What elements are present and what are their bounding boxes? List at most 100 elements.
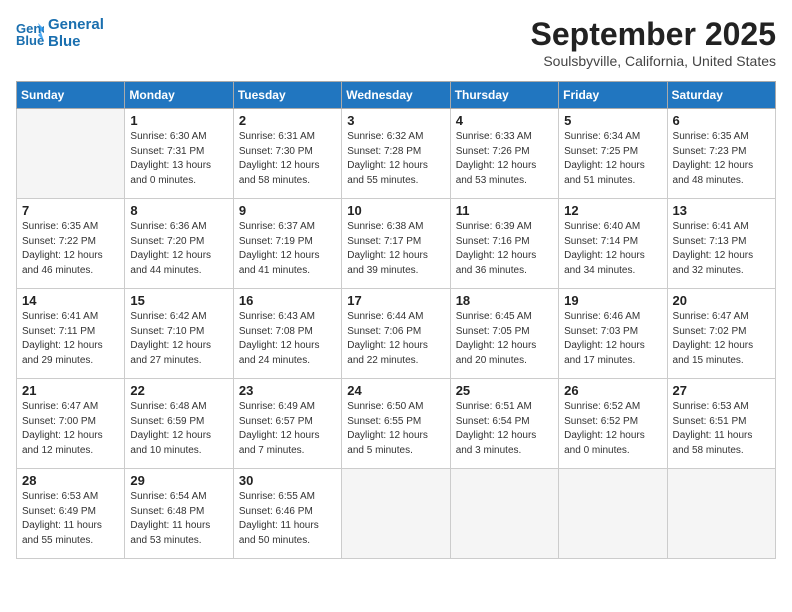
header: General Blue General Blue September 2025… [16, 16, 776, 69]
day-number: 11 [456, 203, 553, 218]
calendar-cell: 16 Sunrise: 6:43 AM Sunset: 7:08 PM Dayli… [233, 289, 341, 379]
calendar-cell: 20Sunrise: 6:47 AM Sunset: 7:02 PM Dayli… [667, 289, 775, 379]
calendar-cell [450, 469, 558, 559]
weekday-header-saturday: Saturday [667, 82, 775, 109]
day-number: 18 [456, 293, 553, 308]
day-number: 25 [456, 383, 553, 398]
day-info: Sunrise: 6:35 AM Sunset: 7:23 PM Dayligh… [673, 130, 770, 188]
calendar-cell: 2 Sunrise: 6:31 AM Sunset: 7:30 PM Daylig… [233, 109, 341, 199]
calendar-cell: 22 Sunrise: 6:48 AM Sunset: 6:59 PM Dayli… [125, 379, 233, 469]
day-number: 30 [239, 473, 336, 488]
calendar-cell: 4 Sunrise: 6:33 AM Sunset: 7:26 PM Daylig… [450, 109, 558, 199]
calendar-cell: 3 Sunrise: 6:32 AM Sunset: 7:28 PM Daylig… [342, 109, 450, 199]
calendar-cell: 17 Sunrise: 6:44 AM Sunset: 7:06 PM Dayli… [342, 289, 450, 379]
day-number: 4 [456, 113, 553, 128]
day-number: 24 [347, 383, 444, 398]
day-number: 2 [239, 113, 336, 128]
day-info: Sunrise: 6:47 AM Sunset: 7:02 PM Dayligh… [673, 310, 770, 368]
day-info: Sunrise: 6:30 AM Sunset: 7:31 PM Dayligh… [130, 130, 227, 188]
day-info: Sunrise: 6:39 AM Sunset: 7:16 PM Dayligh… [456, 220, 553, 278]
calendar-cell: 12Sunrise: 6:40 AM Sunset: 7:14 PM Dayli… [559, 199, 667, 289]
calendar-cell: 30Sunrise: 6:55 AM Sunset: 6:46 PM Dayli… [233, 469, 341, 559]
day-info: Sunrise: 6:34 AM Sunset: 7:25 PM Dayligh… [564, 130, 661, 188]
day-number: 5 [564, 113, 661, 128]
day-info: Sunrise: 6:31 AM Sunset: 7:30 PM Dayligh… [239, 130, 336, 188]
day-number: 15 [130, 293, 227, 308]
calendar-cell: 6 Sunrise: 6:35 AM Sunset: 7:23 PM Daylig… [667, 109, 775, 199]
day-info: Sunrise: 6:48 AM Sunset: 6:59 PM Dayligh… [130, 400, 227, 458]
day-number: 7 [22, 203, 119, 218]
weekday-header-sunday: Sunday [17, 82, 125, 109]
day-number: 8 [130, 203, 227, 218]
calendar-cell: 26 Sunrise: 6:52 AM Sunset: 6:52 PM Dayli… [559, 379, 667, 469]
calendar-cell: 28 Sunrise: 6:53 AM Sunset: 6:49 PM Dayli… [17, 469, 125, 559]
title-area: September 2025 Soulsbyville, California,… [531, 16, 776, 69]
weekday-header-thursday: Thursday [450, 82, 558, 109]
day-number: 14 [22, 293, 119, 308]
day-number: 19 [564, 293, 661, 308]
weekday-header-monday: Monday [125, 82, 233, 109]
day-number: 17 [347, 293, 444, 308]
day-info: Sunrise: 6:52 AM Sunset: 6:52 PM Dayligh… [564, 400, 661, 458]
day-number: 28 [22, 473, 119, 488]
calendar-cell: 11 Sunrise: 6:39 AM Sunset: 7:16 PM Dayli… [450, 199, 558, 289]
day-info: Sunrise: 6:33 AM Sunset: 7:26 PM Dayligh… [456, 130, 553, 188]
calendar-cell [667, 469, 775, 559]
day-number: 9 [239, 203, 336, 218]
calendar-cell: 21Sunrise: 6:47 AM Sunset: 7:00 PM Dayli… [17, 379, 125, 469]
calendar-cell: 19Sunrise: 6:46 AM Sunset: 7:03 PM Dayli… [559, 289, 667, 379]
weekday-header-row: SundayMondayTuesdayWednesdayThursdayFrid… [17, 82, 776, 109]
week-row-0: 1Sunrise: 6:30 AM Sunset: 7:31 PM Daylig… [17, 109, 776, 199]
calendar-cell: 7Sunrise: 6:35 AM Sunset: 7:22 PM Daylig… [17, 199, 125, 289]
calendar-cell: 5 Sunrise: 6:34 AM Sunset: 7:25 PM Daylig… [559, 109, 667, 199]
logo-icon: General Blue [16, 19, 44, 47]
day-info: Sunrise: 6:41 AM Sunset: 7:13 PM Dayligh… [673, 220, 770, 278]
day-number: 3 [347, 113, 444, 128]
week-row-3: 21Sunrise: 6:47 AM Sunset: 7:00 PM Dayli… [17, 379, 776, 469]
day-info: Sunrise: 6:44 AM Sunset: 7:06 PM Dayligh… [347, 310, 444, 368]
logo-text: General Blue [48, 16, 104, 50]
day-number: 26 [564, 383, 661, 398]
day-number: 6 [673, 113, 770, 128]
day-info: Sunrise: 6:54 AM Sunset: 6:48 PM Dayligh… [130, 490, 227, 548]
calendar-table: SundayMondayTuesdayWednesdayThursdayFrid… [16, 81, 776, 559]
week-row-1: 7Sunrise: 6:35 AM Sunset: 7:22 PM Daylig… [17, 199, 776, 289]
day-number: 12 [564, 203, 661, 218]
week-row-2: 14 Sunrise: 6:41 AM Sunset: 7:11 PM Dayli… [17, 289, 776, 379]
calendar-cell: 1Sunrise: 6:30 AM Sunset: 7:31 PM Daylig… [125, 109, 233, 199]
day-info: Sunrise: 6:53 AM Sunset: 6:49 PM Dayligh… [22, 490, 119, 548]
calendar-cell: 8 Sunrise: 6:36 AM Sunset: 7:20 PM Daylig… [125, 199, 233, 289]
calendar-cell: 24 Sunrise: 6:50 AM Sunset: 6:55 PM Dayli… [342, 379, 450, 469]
day-number: 10 [347, 203, 444, 218]
day-info: Sunrise: 6:53 AM Sunset: 6:51 PM Dayligh… [673, 400, 770, 458]
day-info: Sunrise: 6:41 AM Sunset: 7:11 PM Dayligh… [22, 310, 119, 368]
day-info: Sunrise: 6:43 AM Sunset: 7:08 PM Dayligh… [239, 310, 336, 368]
calendar-cell [17, 109, 125, 199]
calendar-cell: 23 Sunrise: 6:49 AM Sunset: 6:57 PM Dayli… [233, 379, 341, 469]
day-number: 13 [673, 203, 770, 218]
week-row-4: 28 Sunrise: 6:53 AM Sunset: 6:49 PM Dayli… [17, 469, 776, 559]
calendar-cell: 14 Sunrise: 6:41 AM Sunset: 7:11 PM Dayli… [17, 289, 125, 379]
day-info: Sunrise: 6:45 AM Sunset: 7:05 PM Dayligh… [456, 310, 553, 368]
day-info: Sunrise: 6:38 AM Sunset: 7:17 PM Dayligh… [347, 220, 444, 278]
weekday-header-friday: Friday [559, 82, 667, 109]
calendar-cell: 15Sunrise: 6:42 AM Sunset: 7:10 PM Dayli… [125, 289, 233, 379]
day-number: 16 [239, 293, 336, 308]
day-info: Sunrise: 6:36 AM Sunset: 7:20 PM Dayligh… [130, 220, 227, 278]
day-info: Sunrise: 6:50 AM Sunset: 6:55 PM Dayligh… [347, 400, 444, 458]
day-info: Sunrise: 6:32 AM Sunset: 7:28 PM Dayligh… [347, 130, 444, 188]
day-number: 23 [239, 383, 336, 398]
weekday-header-wednesday: Wednesday [342, 82, 450, 109]
logo: General Blue General Blue [16, 16, 104, 50]
calendar-cell: 29Sunrise: 6:54 AM Sunset: 6:48 PM Dayli… [125, 469, 233, 559]
location-subtitle: Soulsbyville, California, United States [531, 53, 776, 69]
calendar-cell: 27Sunrise: 6:53 AM Sunset: 6:51 PM Dayli… [667, 379, 775, 469]
calendar-cell: 18 Sunrise: 6:45 AM Sunset: 7:05 PM Dayli… [450, 289, 558, 379]
calendar-cell: 10 Sunrise: 6:38 AM Sunset: 7:17 PM Dayli… [342, 199, 450, 289]
calendar-cell [342, 469, 450, 559]
day-info: Sunrise: 6:49 AM Sunset: 6:57 PM Dayligh… [239, 400, 336, 458]
day-number: 22 [130, 383, 227, 398]
month-title: September 2025 [531, 16, 776, 53]
calendar-cell [559, 469, 667, 559]
day-info: Sunrise: 6:47 AM Sunset: 7:00 PM Dayligh… [22, 400, 119, 458]
